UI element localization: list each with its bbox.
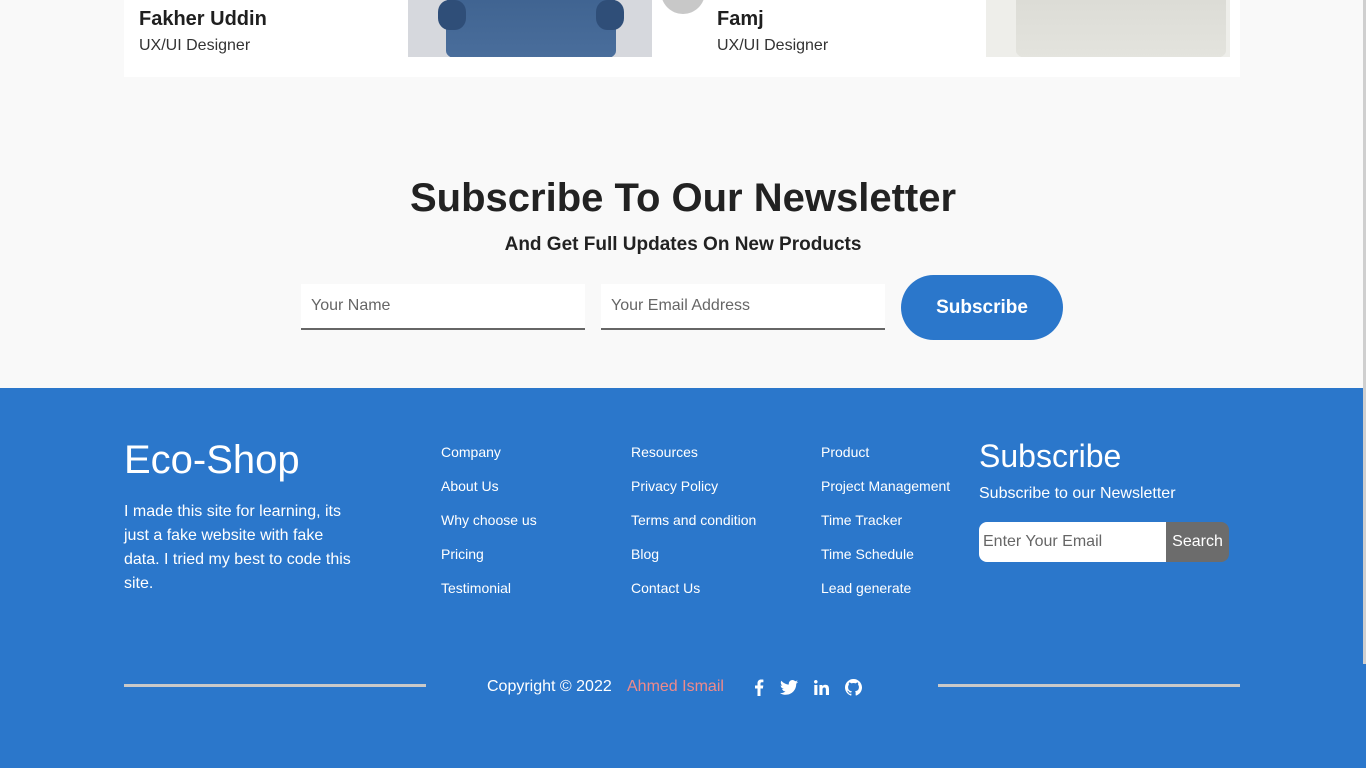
- footer-link[interactable]: Pricing: [441, 546, 537, 580]
- copyright-text: Copyright © 2022: [487, 678, 612, 695]
- footer-link[interactable]: Testimonial: [441, 580, 537, 614]
- member-photo: [408, 0, 652, 57]
- divider: [938, 684, 1240, 687]
- member-role: UX/UI Designer: [139, 37, 251, 54]
- footer-link[interactable]: Product: [821, 444, 950, 478]
- footer-link[interactable]: Time Schedule: [821, 546, 950, 580]
- member-role: UX/UI Designer: [717, 37, 829, 54]
- team-section: Fakher Uddin UX/UI Designer Famj UX/UI D…: [124, 0, 1240, 77]
- newsletter-title: Subscribe To Our Newsletter: [409, 176, 957, 220]
- github-icon[interactable]: [843, 677, 863, 697]
- member-name: Famj: [717, 8, 764, 30]
- footer-column-product: Product Project Management Time Tracker …: [821, 444, 950, 614]
- footer-subscribe-title: Subscribe: [979, 438, 1122, 474]
- footer-search-button[interactable]: Search: [1166, 522, 1229, 562]
- footer-email-input[interactable]: [979, 522, 1167, 562]
- footer-link[interactable]: Resources: [631, 444, 756, 478]
- footer-link[interactable]: Blog: [631, 546, 756, 580]
- footer-subscribe-text: Subscribe to our Newsletter: [979, 485, 1176, 502]
- footer-link[interactable]: Company: [441, 444, 537, 478]
- footer-link[interactable]: Why choose us: [441, 512, 537, 546]
- member-name: Fakher Uddin: [139, 8, 267, 30]
- linkedin-icon[interactable]: [811, 677, 831, 697]
- footer-link[interactable]: Project Management: [821, 478, 950, 512]
- name-input[interactable]: [301, 284, 585, 330]
- avatar: [661, 0, 705, 14]
- footer-link[interactable]: Terms and condition: [631, 512, 756, 546]
- author-link[interactable]: Ahmed Ismail: [627, 678, 724, 696]
- footer: Eco-Shop I made this site for learning, …: [0, 388, 1366, 768]
- footer-link[interactable]: Contact Us: [631, 580, 756, 614]
- footer-link[interactable]: Time Tracker: [821, 512, 950, 546]
- footer-link[interactable]: Lead generate: [821, 580, 950, 614]
- footer-column-resources: Resources Privacy Policy Terms and condi…: [631, 444, 756, 614]
- facebook-icon[interactable]: [749, 677, 769, 697]
- subscribe-button[interactable]: Subscribe: [901, 275, 1063, 340]
- footer-column-company: Company About Us Why choose us Pricing T…: [441, 444, 537, 614]
- footer-link[interactable]: Privacy Policy: [631, 478, 756, 512]
- footer-about: I made this site for learning, its just …: [124, 503, 351, 592]
- newsletter-subtitle: And Get Full Updates On New Products: [504, 234, 862, 255]
- member-photo: [986, 0, 1230, 57]
- divider: [124, 684, 426, 687]
- twitter-icon[interactable]: [779, 677, 799, 697]
- footer-link[interactable]: About Us: [441, 478, 537, 512]
- email-input[interactable]: [601, 284, 885, 330]
- footer-brand: Eco-Shop: [124, 438, 300, 482]
